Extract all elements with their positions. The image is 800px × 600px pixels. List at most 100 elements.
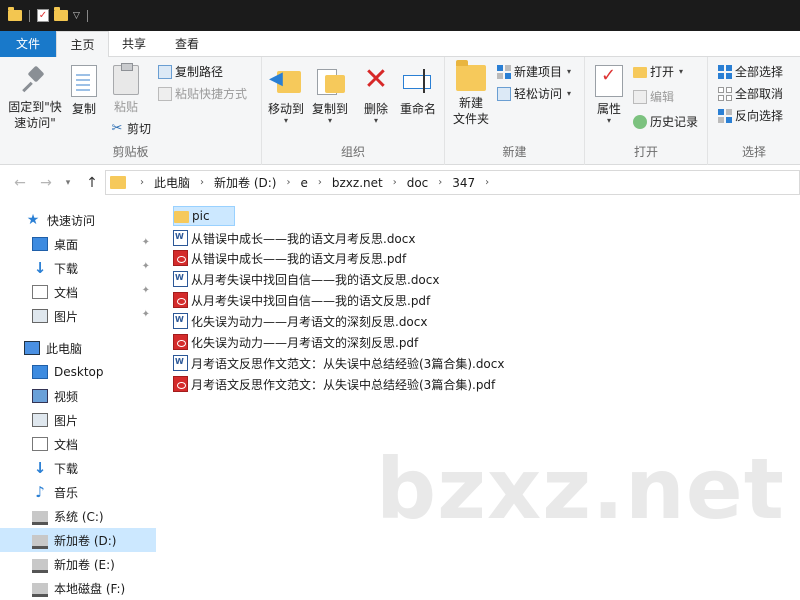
list-item[interactable]: 从错误中成长——我的语文月考反思.docx <box>173 228 415 248</box>
chevron-right-icon[interactable]: › <box>312 177 328 188</box>
chevron-right-icon[interactable]: › <box>194 177 210 188</box>
select-none-button[interactable]: 全部取消 <box>718 84 783 104</box>
pin-icon[interactable]: ✦ <box>142 261 150 272</box>
list-item[interactable]: 化失误为动力——月考语文的深刻反思.pdf <box>173 332 418 352</box>
address-bar[interactable]: › 此电脑 › 新加卷 (D:) › e › bzxz.net › doc › … <box>105 170 800 195</box>
new-folder-icon[interactable] <box>54 7 68 21</box>
paste-shortcut-label: 粘贴快捷方式 <box>175 87 248 101</box>
file-name: 从月考失误中找回自信——我的语文反思.docx <box>191 272 440 287</box>
rename-button[interactable]: 重命名 <box>396 65 440 117</box>
file-name: 化失误为动力——月考语文的深刻反思.docx <box>191 314 428 329</box>
nav-pc-downloads[interactable]: ↓ 下载 <box>0 456 156 480</box>
nav-quick-access[interactable]: ★ 快速访问 <box>0 208 156 232</box>
nav-qa-pictures[interactable]: 图片 ✦ <box>0 304 156 328</box>
list-item[interactable]: 月考语文反思作文范文：从失误中总结经验(3篇合集).docx <box>173 353 504 373</box>
chevron-right-icon[interactable]: › <box>432 177 448 188</box>
group-label-clipboard: 剪贴板 <box>112 145 149 159</box>
nav-pc-documents[interactable]: 文档 <box>0 432 156 456</box>
nav-drive-e[interactable]: 新加卷 (E:) <box>0 552 156 576</box>
copy-button[interactable]: 复制 <box>66 65 102 117</box>
breadcrumb-347[interactable]: 347 <box>448 176 479 190</box>
select-none-label: 全部取消 <box>735 87 784 101</box>
paste-button[interactable]: 粘贴 <box>106 63 146 115</box>
download-arrow-icon: ↓ <box>33 459 47 477</box>
chevron-right-icon[interactable]: › <box>280 177 296 188</box>
pin-to-quick-access-button[interactable]: 固定到"快 速访问" <box>4 65 66 131</box>
invert-selection-icon <box>718 109 732 123</box>
tab-view[interactable]: 查看 <box>159 31 215 57</box>
cut-button[interactable]: ✂ 剪切 <box>110 119 151 139</box>
list-item[interactable]: 月考语文反思作文范文：从失误中总结经验(3篇合集).pdf <box>173 374 495 394</box>
up-arrow-icon[interactable]: ↑ <box>82 173 102 193</box>
open-button[interactable]: 打开 ▾ <box>633 62 683 82</box>
new-item-label: 新建项目 <box>514 65 563 79</box>
nav-label: 视频 <box>54 389 79 404</box>
pin-icon[interactable]: ✦ <box>142 309 150 320</box>
drive-icon <box>32 583 48 597</box>
breadcrumb-bzxz[interactable]: bzxz.net <box>328 176 387 190</box>
nav-drive-f[interactable]: 本地磁盘 (F:) <box>0 576 156 600</box>
history-button[interactable]: 历史记录 <box>633 112 698 132</box>
properties-icon[interactable]: ✓ <box>37 9 49 22</box>
nav-drive-c[interactable]: 系统 (C:) <box>0 504 156 528</box>
nav-pc-music[interactable]: ♪ 音乐 <box>0 480 156 504</box>
chevron-right-icon[interactable]: › <box>479 177 495 188</box>
chevron-down-icon[interactable]: ▾ <box>58 173 78 193</box>
list-item[interactable]: 化失误为动力——月考语文的深刻反思.docx <box>173 311 427 331</box>
edit-button[interactable]: 编辑 <box>633 87 674 107</box>
download-arrow-icon: ↓ <box>33 259 47 277</box>
breadcrumb-this-pc[interactable]: 此电脑 <box>150 174 194 191</box>
invert-selection-button[interactable]: 反向选择 <box>718 106 783 126</box>
pin-label-line-1: 固定到"快 <box>8 100 62 114</box>
chevron-down-icon[interactable]: ▽ <box>73 11 80 21</box>
paste-shortcut-button[interactable]: 粘贴快捷方式 <box>158 84 247 104</box>
select-all-button[interactable]: 全部选择 <box>718 62 783 82</box>
tab-file[interactable]: 文件 <box>0 31 56 57</box>
nav-qa-documents[interactable]: 文档 ✦ <box>0 280 156 304</box>
chevron-right-icon[interactable]: › <box>387 177 403 188</box>
tab-share[interactable]: 共享 <box>109 31 159 57</box>
back-arrow-icon[interactable]: ← <box>10 173 30 193</box>
breadcrumb-drive-d[interactable]: 新加卷 (D:) <box>210 174 280 191</box>
copy-to-button[interactable]: 复制到 ▾ <box>308 65 352 125</box>
file-list: pic 从错误中成长——我的语文月考反思.docx 从错误中成长——我的语文月考… <box>158 200 800 600</box>
nav-pc-videos[interactable]: 视频 <box>0 384 156 408</box>
nav-pc-pictures[interactable]: 图片 <box>0 408 156 432</box>
pin-icon[interactable]: ✦ <box>142 285 150 296</box>
list-item-folder[interactable]: pic <box>173 206 235 226</box>
nav-pc-desktop[interactable]: Desktop <box>0 360 156 384</box>
paste-shortcut-icon <box>158 87 172 101</box>
watermark: bzxz.net <box>376 440 785 538</box>
chevron-right-icon[interactable]: › <box>134 177 150 188</box>
nav-label: 快速访问 <box>47 213 96 228</box>
folder-icon[interactable] <box>8 7 22 21</box>
move-to-button[interactable]: 移动到 ▾ <box>264 65 308 125</box>
pdf-icon <box>173 250 188 266</box>
breadcrumb-e[interactable]: e <box>296 176 311 190</box>
list-item[interactable]: 从月考失误中找回自信——我的语文反思.pdf <box>173 290 430 310</box>
nav-drive-d[interactable]: 新加卷 (D:) <box>0 528 156 552</box>
paste-label: 粘贴 <box>113 100 138 114</box>
new-folder-button[interactable]: 新建 文件夹 <box>449 60 493 127</box>
nav-qa-downloads[interactable]: ↓ 下载 ✦ <box>0 256 156 280</box>
nav-this-pc[interactable]: 此电脑 <box>0 336 156 360</box>
navigation-pane: ★ 快速访问 桌面 ✦ ↓ 下载 ✦ 文档 ✦ 图片 ✦ 此电脑 Desktop… <box>0 200 158 600</box>
properties-button[interactable]: 属性 ▾ <box>589 65 629 125</box>
nav-label: Desktop <box>54 365 104 379</box>
copy-path-button[interactable]: 复制路径 <box>158 62 223 82</box>
group-label-organize: 组织 <box>340 145 365 159</box>
chevron-down-icon: ▾ <box>373 116 378 125</box>
tab-home[interactable]: 主页 <box>56 31 109 58</box>
list-item[interactable]: 从月考失误中找回自信——我的语文反思.docx <box>173 269 439 289</box>
pin-icon[interactable]: ✦ <box>142 237 150 248</box>
list-item[interactable]: 从错误中成长——我的语文月考反思.pdf <box>173 248 406 268</box>
nav-label: 新加卷 (E:) <box>54 557 115 572</box>
easy-access-button[interactable]: 轻松访问 ▾ <box>497 84 571 104</box>
nav-qa-desktop[interactable]: 桌面 ✦ <box>0 232 156 256</box>
delete-button[interactable]: ✕ 删除 ▾ <box>358 65 394 125</box>
new-item-button[interactable]: 新建项目 ▾ <box>497 62 571 82</box>
forward-arrow-icon[interactable]: → <box>36 173 56 193</box>
breadcrumb-doc[interactable]: doc <box>403 176 433 190</box>
picture-icon <box>32 413 48 427</box>
chevron-down-icon: ▾ <box>283 116 288 125</box>
